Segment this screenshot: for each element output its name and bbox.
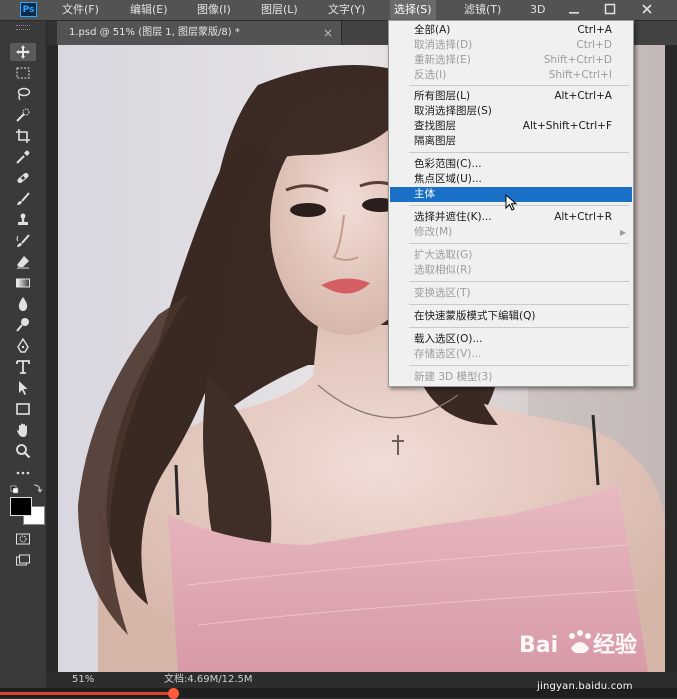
more-tools-icon[interactable]: [10, 464, 36, 482]
tab-close-icon[interactable]: ×: [323, 21, 333, 45]
menu-item-isolate-layers[interactable]: 隔离图层: [390, 134, 632, 149]
menu-item-inverse[interactable]: 反选(I) Shift+Ctrl+I: [390, 68, 632, 83]
menu-edit[interactable]: 编辑(E): [126, 0, 172, 20]
history-brush-tool-icon[interactable]: [10, 232, 36, 250]
menu-item-new-3d-model[interactable]: 新建 3D 模型(3): [390, 370, 632, 385]
menu-item-load-selection[interactable]: 载入选区(O)...: [390, 332, 632, 347]
menu-item-transform-selection[interactable]: 变换选区(T): [390, 286, 632, 301]
menu-type[interactable]: 文字(Y): [324, 0, 369, 20]
menu-item-save-selection[interactable]: 存储选区(V)...: [390, 347, 632, 362]
menu-item-modify[interactable]: 修改(M) ▶: [390, 225, 632, 240]
menu-item-deselect-layers[interactable]: 取消选择图层(S): [390, 104, 632, 119]
dodge-tool-icon[interactable]: [10, 316, 36, 334]
maximize-icon[interactable]: [603, 2, 617, 16]
menu-item-quick-mask[interactable]: 在快速蒙版模式下编辑(Q): [390, 309, 632, 324]
lasso-tool-icon[interactable]: [10, 85, 36, 103]
svg-text:Bai: Bai: [519, 633, 558, 658]
mouse-cursor-icon: [505, 194, 518, 211]
menu-separator: [409, 327, 629, 328]
progress-fill: [0, 692, 175, 695]
hand-tool-icon[interactable]: [10, 421, 36, 439]
menu-filter[interactable]: 滤镜(T): [460, 0, 505, 20]
marquee-tool-icon[interactable]: [10, 64, 36, 82]
menubar: Ps 文件(F) 编辑(E) 图像(I) 图层(L) 文字(Y) 选择(S) 滤…: [0, 0, 677, 21]
svg-text:经验: 经验: [593, 632, 637, 658]
menu-item-all[interactable]: 全部(A) Ctrl+A: [390, 23, 632, 38]
close-window-icon[interactable]: [640, 2, 654, 16]
panel-grip-icon[interactable]: [16, 25, 30, 30]
tools-panel: [0, 21, 47, 693]
path-selection-tool-icon[interactable]: [10, 379, 36, 397]
clone-stamp-tool-icon[interactable]: [10, 211, 36, 229]
eraser-tool-icon[interactable]: [10, 253, 36, 271]
submenu-arrow-icon: ▶: [619, 228, 626, 237]
menu-item-grow[interactable]: 扩大选取(G): [390, 248, 632, 263]
rectangle-tool-icon[interactable]: [10, 400, 36, 418]
menu-separator: [409, 365, 629, 366]
crop-tool-icon[interactable]: [10, 127, 36, 145]
menu-item-similar[interactable]: 选取相似(R): [390, 263, 632, 278]
menu-separator: [409, 243, 629, 244]
menu-layer[interactable]: 图层(L): [257, 0, 302, 20]
menu-separator: [409, 281, 629, 282]
document-tab-title: 1.psd @ 51% (图层 1, 图层蒙版/8) *: [69, 27, 240, 38]
zoom-level[interactable]: 51%: [72, 672, 94, 688]
foreground-color-swatch[interactable]: [10, 497, 32, 516]
screen-mode-icon[interactable]: [10, 552, 36, 570]
document-size: 文档:4.69M/12.5M: [164, 674, 253, 685]
progress-handle[interactable]: [168, 688, 179, 699]
menu-file[interactable]: 文件(F): [58, 0, 103, 20]
gradient-tool-icon[interactable]: [10, 274, 36, 292]
menu-item-all-layers[interactable]: 所有图层(L) Alt+Ctrl+A: [390, 89, 632, 104]
menu-item-color-range[interactable]: 色彩范围(C)...: [390, 157, 632, 172]
menu-separator: [409, 304, 629, 305]
blur-tool-icon[interactable]: [10, 295, 36, 313]
eyedropper-tool-icon[interactable]: [10, 148, 36, 166]
photoshop-logo-icon: Ps: [20, 2, 37, 17]
menu-item-deselect[interactable]: 取消选择(D) Ctrl+D: [390, 38, 632, 53]
brush-tool-icon[interactable]: [10, 190, 36, 208]
quick-selection-tool-icon[interactable]: [10, 106, 36, 124]
quick-mask-icon[interactable]: [10, 530, 36, 548]
menu-item-select-and-mask[interactable]: 选择并遮住(K)... Alt+Ctrl+R: [390, 210, 632, 225]
document-tab[interactable]: 1.psd @ 51% (图层 1, 图层蒙版/8) * ×: [57, 21, 342, 45]
pen-tool-icon[interactable]: [10, 337, 36, 355]
menu-image[interactable]: 图像(I): [193, 0, 235, 20]
healing-brush-tool-icon[interactable]: [10, 169, 36, 187]
menu-item-focus-area[interactable]: 焦点区域(U)...: [390, 172, 632, 187]
menu-3d[interactable]: 3D: [526, 0, 549, 20]
watermark-site-text: jingyan.baidu.com: [537, 681, 633, 692]
menu-item-find-layers[interactable]: 查找图层 Alt+Shift+Ctrl+F: [390, 119, 632, 134]
menu-item-reselect[interactable]: 重新选择(E) Shift+Ctrl+D: [390, 53, 632, 68]
menu-separator: [409, 205, 629, 206]
menu-separator: [409, 85, 629, 86]
move-tool-icon[interactable]: [10, 43, 36, 61]
baidu-jingyan-watermark: Bai 经验: [519, 630, 637, 658]
default-colors-icon[interactable]: [10, 483, 42, 495]
menu-select[interactable]: 选择(S): [390, 0, 436, 20]
zoom-tool-icon[interactable]: [10, 442, 36, 460]
menu-separator: [409, 152, 629, 153]
type-tool-icon[interactable]: [10, 358, 36, 376]
minimize-icon[interactable]: [567, 2, 581, 16]
